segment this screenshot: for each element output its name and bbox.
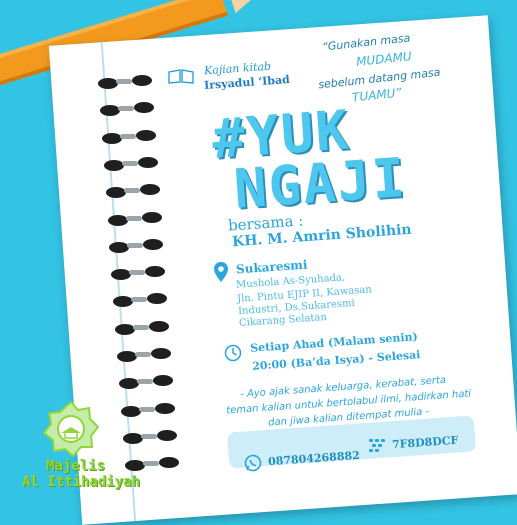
- headline-ngaji: NGAJI: [232, 145, 409, 221]
- bbm-icon: [369, 439, 385, 452]
- location-title: Sukaresmi: [235, 257, 308, 277]
- location-pin-icon: [214, 262, 228, 282]
- org-name-line-1: Majelis: [46, 458, 106, 474]
- org-name-line-2: Al Ittihadiyah: [22, 474, 141, 490]
- book-icon: [168, 69, 194, 84]
- crest-logo: [42, 400, 100, 458]
- clock-icon: [224, 344, 242, 362]
- quote-line-4: TUAMU”: [351, 85, 403, 105]
- quote-line-2: MUDAMU: [355, 49, 413, 69]
- whatsapp-icon: [244, 454, 262, 472]
